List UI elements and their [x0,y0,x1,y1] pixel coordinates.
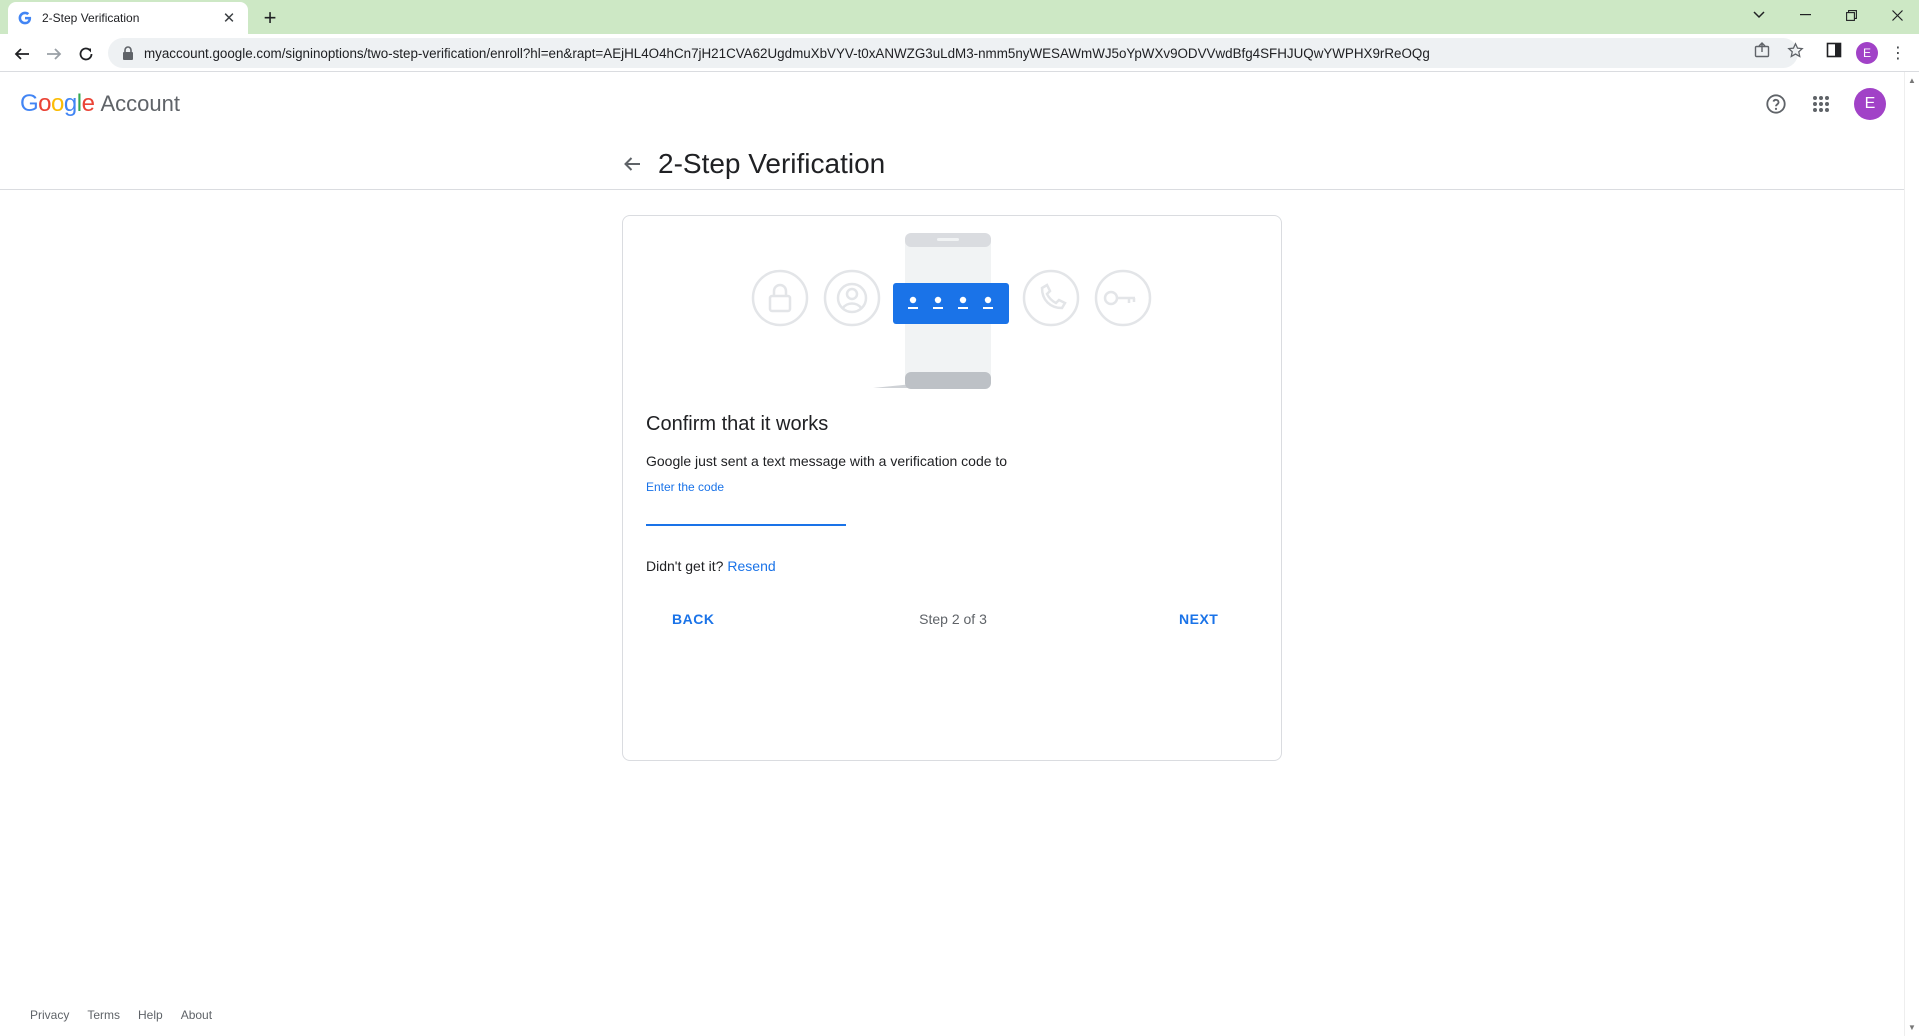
page-footer: Privacy Terms Help About [30,1008,230,1022]
footer-link-about[interactable]: About [181,1008,212,1022]
help-icon[interactable] [1762,90,1790,118]
tab-search-icon[interactable] [1736,0,1782,30]
key-circle-icon [1094,269,1152,327]
page-scrollbar[interactable]: ▲ ▼ [1904,72,1919,1036]
phone-circle-icon [1022,269,1080,327]
card-description: Google just sent a text message with a v… [646,453,1008,469]
phone-illustration [751,233,1152,389]
google-wordmark: Google [20,90,95,118]
url-text: myaccount.google.com/signinoptions/two-s… [144,45,1430,61]
lock-icon[interactable] [122,46,134,60]
wordmark-letter: o [51,90,64,117]
page-title: 2-Step Verification [658,148,886,179]
wordmark-letter: g [63,90,77,117]
account-label: Account [100,91,180,116]
account-avatar[interactable]: E [1854,88,1886,120]
scroll-up-icon[interactable]: ▲ [1908,76,1916,85]
browser-toolbar: myaccount.google.com/signinoptions/two-s… [0,34,1919,72]
new-tab-button[interactable]: + [258,6,282,30]
page-content: Google Account E 2-Step Verification Con… [0,72,1904,1036]
page-subheader: 2-Step Verification [0,136,1904,190]
google-favicon-icon [18,11,32,25]
browser-menu-icon[interactable]: ⋮ [1888,42,1908,64]
tab-close-icon[interactable]: ✕ [220,9,238,27]
profile-circle-icon [823,269,881,327]
verification-card: Confirm that it works Google just sent a… [622,215,1282,761]
wordmark-letter: o [38,90,52,117]
profile-avatar[interactable]: E [1856,42,1878,64]
footer-link-privacy[interactable]: Privacy [30,1008,69,1022]
footer-link-terms[interactable]: Terms [87,1008,120,1022]
browser-tab[interactable]: 2-Step Verification ✕ [8,2,248,34]
browser-tab-strip: 2-Step Verification ✕ + [0,0,1919,34]
share-icon[interactable] [1753,41,1771,59]
tab-title: 2-Step Verification [42,11,140,25]
resend-link[interactable]: Resend [727,558,775,574]
forward-nav-icon[interactable] [40,40,68,68]
back-nav-icon[interactable] [8,40,36,68]
code-box-graphic [893,283,1009,324]
wordmark-letter: e [81,90,95,117]
resend-row: Didn't get it? Resend [646,558,776,574]
minimize-button[interactable] [1782,0,1828,30]
reload-icon[interactable] [72,40,100,68]
google-account-header: Google Account E [0,72,1904,136]
close-window-button[interactable] [1874,0,1919,30]
side-panel-icon[interactable] [1825,41,1843,59]
wordmark-letter: G [20,90,39,117]
footer-link-help[interactable]: Help [138,1008,163,1022]
scroll-down-icon[interactable]: ▼ [1908,1023,1916,1032]
resend-prompt: Didn't get it? [646,558,724,574]
code-field-label: Enter the code [646,480,725,494]
verification-code-input[interactable] [646,496,846,526]
next-button[interactable]: NEXT [1155,601,1242,637]
card-heading: Confirm that it works [646,413,829,435]
back-arrow-icon[interactable] [618,150,646,178]
bookmark-star-icon[interactable] [1786,41,1804,59]
restore-button[interactable] [1828,0,1874,30]
apps-grid-icon[interactable] [1807,90,1835,118]
google-account-logo[interactable]: Google Account [20,90,180,118]
lock-circle-icon [751,269,809,327]
address-bar[interactable]: myaccount.google.com/signinoptions/two-s… [108,38,1798,68]
